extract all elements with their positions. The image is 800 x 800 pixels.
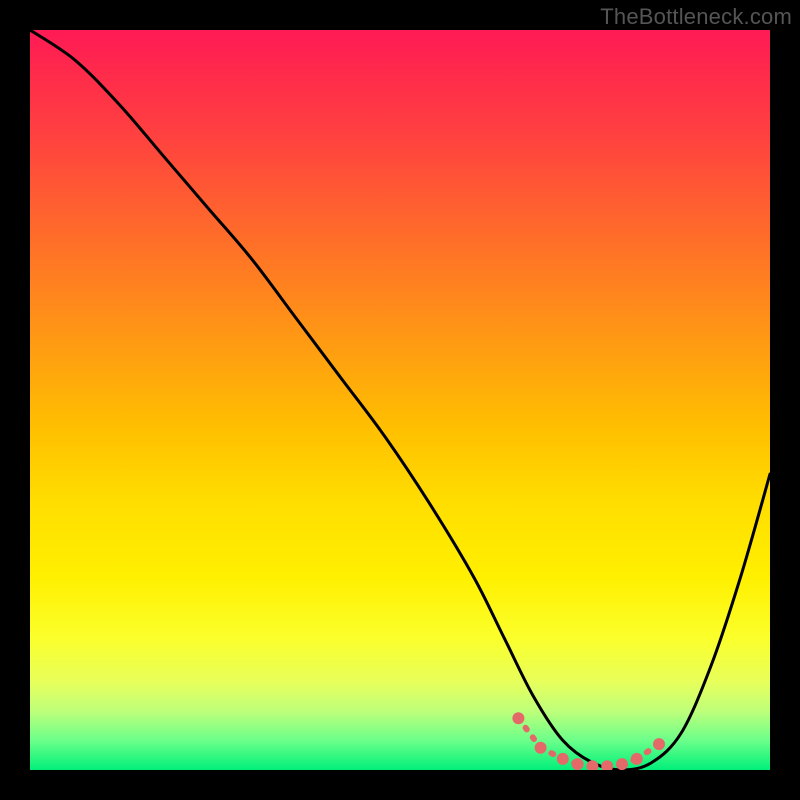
bottleneck-curve-path <box>30 30 770 770</box>
watermark-text: TheBottleneck.com <box>600 4 792 30</box>
marker-dot <box>535 742 547 754</box>
marker-dot <box>572 758 584 770</box>
marker-dot <box>616 758 628 770</box>
marker-dot <box>512 712 524 724</box>
marker-connector <box>578 764 593 766</box>
marker-connector <box>518 718 540 748</box>
marker-connector <box>541 748 563 759</box>
marker-dot <box>631 753 643 765</box>
marker-dot <box>653 738 665 750</box>
marker-connector <box>563 759 578 764</box>
gradient-plot-area <box>30 30 770 770</box>
curve-svg <box>30 30 770 770</box>
marker-connector <box>607 764 622 766</box>
marker-connector <box>637 744 659 759</box>
marker-connector <box>622 759 637 764</box>
marker-dot <box>601 760 613 770</box>
chart-frame: TheBottleneck.com <box>0 0 800 800</box>
marker-dot <box>586 760 598 770</box>
optimal-range-markers <box>512 712 665 770</box>
marker-dot <box>557 753 569 765</box>
